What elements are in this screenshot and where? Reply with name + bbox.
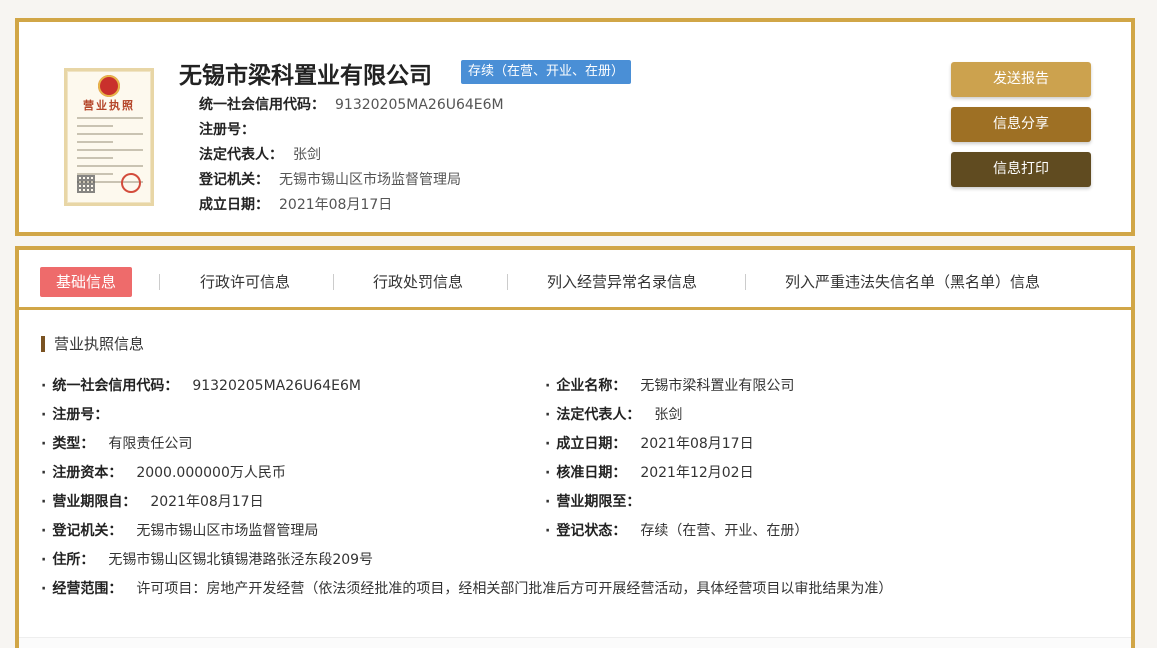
tab-admin-penalty[interactable]: 行政处罚信息 [373, 267, 463, 297]
tab-basic-info[interactable]: 基础信息 [40, 267, 133, 297]
field-row: · 统一社会信用代码： 91320205MA26U64E6M [41, 378, 361, 394]
header-legal-rep: 法定代表人： 张剑 [199, 144, 321, 164]
field-label: 注册资本： [52, 465, 123, 481]
field-value: 有限责任公司 [108, 436, 193, 452]
header-credit-code: 统一社会信用代码： 91320205MA26U64E6M [199, 94, 504, 114]
field-row: · 核准日期： 2021年12月02日 [545, 465, 754, 481]
field-label: 营业期限自： [52, 494, 137, 510]
field-row: · 营业期限自： 2021年08月17日 [41, 494, 264, 510]
field-label: 营业期限至： [556, 494, 641, 510]
field-label: 法定代表人： [556, 407, 641, 423]
send-report-button[interactable]: 发送报告 [951, 62, 1091, 97]
tab-separator [745, 274, 746, 290]
field-row: · 营业期限至： [545, 494, 641, 510]
bottom-divider [19, 637, 1131, 648]
field-label: 核准日期： [556, 465, 627, 481]
field-row: · 经营范围： 许可项目：房地产开发经营（依法须经批准的项目，经相关部门批准后方可开… [41, 581, 893, 597]
field-label: 统一社会信用代码： [199, 97, 325, 113]
license-image-title: 营业执照 [83, 99, 135, 112]
field-row: · 住所： 无锡市锡山区锡北镇锡港路张泾东段209号 [41, 552, 374, 568]
seal-icon [121, 173, 141, 193]
field-label: 登记状态： [556, 523, 627, 539]
status-badge: 存续（在营、开业、在册） [461, 60, 632, 84]
field-row: · 企业名称： 无锡市梁科置业有限公司 [545, 378, 795, 394]
field-row: · 登记机关： 无锡市锡山区市场监督管理局 [41, 523, 319, 539]
field-row: · 类型： 有限责任公司 [41, 436, 193, 452]
header-reg-authority: 登记机关： 无锡市锡山区市场监督管理局 [199, 169, 461, 189]
business-license-image[interactable]: 营业执照 [64, 68, 154, 206]
field-label: 住所： [52, 552, 95, 568]
field-label: 注册号： [199, 122, 255, 138]
field-value: 张剑 [293, 147, 321, 163]
tab-separator [333, 274, 334, 290]
section-title: 营业执照信息 [41, 336, 144, 352]
field-value: 2021年12月02日 [640, 465, 754, 481]
field-label: 企业名称： [556, 378, 627, 394]
field-value: 无锡市锡山区市场监督管理局 [279, 172, 461, 188]
field-label: 登记机关： [52, 523, 123, 539]
field-value: 存续（在营、开业、在册） [640, 523, 809, 539]
field-value: 2021年08月17日 [279, 197, 393, 213]
detail-card: 基础信息 行政许可信息 行政处罚信息 列入经营异常名录信息 列入严重违法失信名单… [15, 246, 1135, 648]
field-label: 类型： [52, 436, 95, 452]
header-founded-date: 成立日期： 2021年08月17日 [199, 194, 392, 214]
company-header-card: 营业执照 无锡市梁科置业有限公司 存续（在营、开业、在册） 统一社会信用代码： 9… [15, 18, 1135, 236]
tab-blacklist[interactable]: 列入严重违法失信名单（黑名单）信息 [785, 267, 1040, 297]
field-value: 无锡市锡山区市场监督管理局 [136, 523, 319, 539]
field-label: 经营范围： [52, 581, 123, 597]
header-reg-number: 注册号： [199, 119, 265, 139]
print-info-button[interactable]: 信息打印 [951, 152, 1091, 187]
field-label: 法定代表人： [199, 147, 283, 163]
field-value: 许可项目：房地产开发经营（依法须经批准的项目，经相关部门批准后方可开展经营活动，… [136, 581, 893, 597]
qr-code-icon [77, 175, 95, 193]
field-value: 张剑 [654, 407, 683, 423]
field-row: · 法定代表人： 张剑 [545, 407, 683, 423]
tab-admin-license[interactable]: 行政许可信息 [200, 267, 290, 297]
field-value: 2021年08月17日 [150, 494, 264, 510]
field-value: 无锡市梁科置业有限公司 [640, 378, 795, 394]
tab-separator [159, 274, 160, 290]
field-label: 登记机关： [199, 172, 269, 188]
field-value: 91320205MA26U64E6M [192, 378, 361, 394]
field-row: · 注册号： [41, 407, 109, 423]
field-value: 2000.000000万人民币 [136, 465, 286, 481]
tab-bar: 基础信息 行政许可信息 行政处罚信息 列入经营异常名录信息 列入严重违法失信名单… [19, 250, 1131, 310]
field-value: 91320205MA26U64E6M [335, 97, 504, 113]
field-row: · 成立日期： 2021年08月17日 [545, 436, 754, 452]
field-row: · 登记状态： 存续（在营、开业、在册） [545, 523, 809, 539]
share-info-button[interactable]: 信息分享 [951, 107, 1091, 142]
field-label: 成立日期： [556, 436, 627, 452]
field-value: 2021年08月17日 [640, 436, 754, 452]
national-emblem-icon [98, 75, 120, 97]
field-label: 成立日期： [199, 197, 269, 213]
field-label: 统一社会信用代码： [52, 378, 179, 394]
field-label: 注册号： [52, 407, 109, 423]
company-name: 无锡市梁科置业有限公司 [179, 63, 432, 89]
tab-abnormal-list[interactable]: 列入经营异常名录信息 [547, 267, 697, 297]
field-value: 无锡市锡山区锡北镇锡港路张泾东段209号 [108, 552, 374, 568]
tab-separator [507, 274, 508, 290]
field-row: · 注册资本： 2000.000000万人民币 [41, 465, 286, 481]
